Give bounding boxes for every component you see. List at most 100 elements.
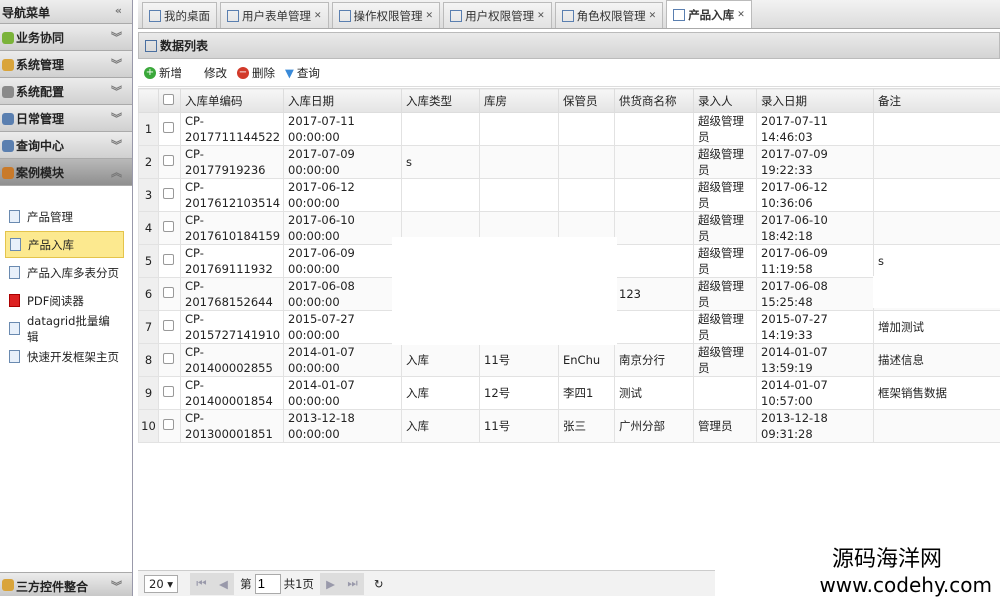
table-cell: 描述信息 [874,344,1000,377]
row-checkbox-cell[interactable] [159,146,181,179]
column-header[interactable]: 供货商名称 [615,89,694,113]
checkbox[interactable] [163,221,174,232]
sidebar-panel-5[interactable]: 案例模块 ︽ [0,159,132,186]
sidebar-panel-0[interactable]: 业务协同︾ [0,24,132,51]
table-cell: 李四1 [559,377,615,410]
row-checkbox-cell[interactable] [159,377,181,410]
table-cell: 管理员 [694,410,757,443]
row-checkbox-cell[interactable] [159,245,181,278]
tab-label: 操作权限管理 [354,8,423,24]
table-cell: 123 [615,278,694,311]
panel-icon [2,113,14,125]
sidebar-item-1[interactable]: 产品入库 [5,231,124,258]
table-row[interactable]: 2CP-201779192362017-07-09 00:00:00s超级管理员… [139,146,1000,179]
item-icon [9,266,20,279]
tab-2[interactable]: 操作权限管理✕ [332,2,441,28]
table-row[interactable]: 9CP-2014000018542014-01-07 00:00:00入库12号… [139,377,1000,410]
checkbox[interactable] [163,122,174,133]
close-icon[interactable]: ✕ [737,10,745,20]
tab-0[interactable]: 我的桌面 [142,2,217,28]
collapse-icon[interactable]: « [115,4,130,19]
watermark-name: 源码海洋网 [715,541,942,573]
checkbox[interactable] [163,287,174,298]
delete-button[interactable]: −删除 [237,65,275,81]
edit-button[interactable]: 修改 [204,65,227,81]
column-header[interactable]: 保管员 [559,89,615,113]
refresh-icon[interactable]: ↻ [374,577,384,591]
select-all-header[interactable] [159,89,181,113]
column-header[interactable]: 备注 [874,89,1000,113]
sidebar-item-4[interactable]: datagrid批量编辑 [5,315,124,342]
sidebar-panel-2[interactable]: 系统配置︾ [0,78,132,105]
row-checkbox-cell[interactable] [159,278,181,311]
table-row[interactable]: 8CP-2014000028552014-01-07 00:00:00入库11号… [139,344,1000,377]
sidebar-panel-3[interactable]: 日常管理︾ [0,105,132,132]
tab-1[interactable]: 用户表单管理✕ [220,2,329,28]
table-cell [615,113,694,146]
table-row[interactable]: 1CP-20177111445222017-07-11 00:00:00超级管理… [139,113,1000,146]
row-checkbox-cell[interactable] [159,212,181,245]
close-icon[interactable]: ✕ [426,11,434,21]
sidebar-panel-1[interactable]: 系统管理︾ [0,51,132,78]
checkbox[interactable] [163,419,174,430]
checkbox[interactable] [163,188,174,199]
table-cell: 超级管理员 [694,278,757,311]
prev-page-icon[interactable]: ◀ [219,577,228,591]
panel-label: 查询中心 [16,139,64,153]
close-icon[interactable]: ✕ [649,11,657,21]
row-checkbox-cell[interactable] [159,311,181,344]
query-label: 查询 [297,65,320,81]
tab-4[interactable]: 角色权限管理✕ [555,2,664,28]
table-cell: s [874,245,1000,278]
sidebar-panel-third-party[interactable]: 三方控件整合︾ [0,572,132,596]
sidebar-item-3[interactable]: PDF阅读器 [5,287,124,314]
checkbox[interactable] [163,254,174,265]
first-page-icon[interactable]: ⏮ [196,576,206,591]
checkbox[interactable] [163,353,174,364]
table-cell [874,179,1000,212]
sidebar-item-5[interactable]: 快速开发框架主页 [5,343,124,370]
column-header[interactable]: 录入日期 [757,89,874,113]
page-size-select[interactable]: 20 ▾ [144,575,178,593]
close-icon[interactable]: ✕ [537,11,545,21]
row-number: 9 [139,377,159,410]
chevron-down-icon: ︾ [111,29,130,45]
next-page-icon[interactable]: ▶ [326,577,335,591]
row-checkbox-cell[interactable] [159,344,181,377]
table-row[interactable]: 10CP-2013000018512013-12-18 00:00:00入库11… [139,410,1000,443]
chevron-up-icon: ︽ [111,164,130,180]
table-cell [559,113,615,146]
panel-label: 三方控件整合 [16,580,88,594]
table-cell [559,146,615,179]
checkbox[interactable] [163,94,174,105]
table-cell: 2017-07-09 19:22:33 [757,146,874,179]
panel-label: 案例模块 [16,166,64,180]
add-button[interactable]: +新增 [144,65,182,81]
column-header[interactable]: 入库类型 [402,89,480,113]
sidebar-panel-4[interactable]: 查询中心︾ [0,132,132,159]
next-last-buttons[interactable]: ▶⏭ [320,573,364,595]
close-icon[interactable]: ✕ [314,11,322,21]
row-checkbox-cell[interactable] [159,410,181,443]
sidebar-item-label: 快速开发框架主页 [27,349,119,365]
column-header[interactable]: 库房 [480,89,559,113]
last-page-icon[interactable]: ⏭ [347,576,357,591]
tab-3[interactable]: 用户权限管理✕ [443,2,552,28]
sidebar-item-2[interactable]: 产品入库多表分页 [5,259,124,286]
table-cell: s [402,146,480,179]
column-header[interactable]: 录入人 [694,89,757,113]
tab-5[interactable]: 产品入库✕ [666,0,752,28]
checkbox[interactable] [163,386,174,397]
row-checkbox-cell[interactable] [159,113,181,146]
table-row[interactable]: 3CP-20176121035142017-06-12 00:00:00超级管理… [139,179,1000,212]
tab-icon [562,10,574,22]
checkbox[interactable] [163,320,174,331]
first-prev-buttons[interactable]: ⏮◀ [190,573,234,595]
column-header[interactable]: 入库日期 [284,89,402,113]
query-button[interactable]: ▼查询 [285,65,320,81]
checkbox[interactable] [163,155,174,166]
sidebar-item-0[interactable]: 产品管理 [5,203,124,230]
row-checkbox-cell[interactable] [159,179,181,212]
column-header[interactable]: 入库单编码 [181,89,284,113]
page-input[interactable] [255,574,281,594]
